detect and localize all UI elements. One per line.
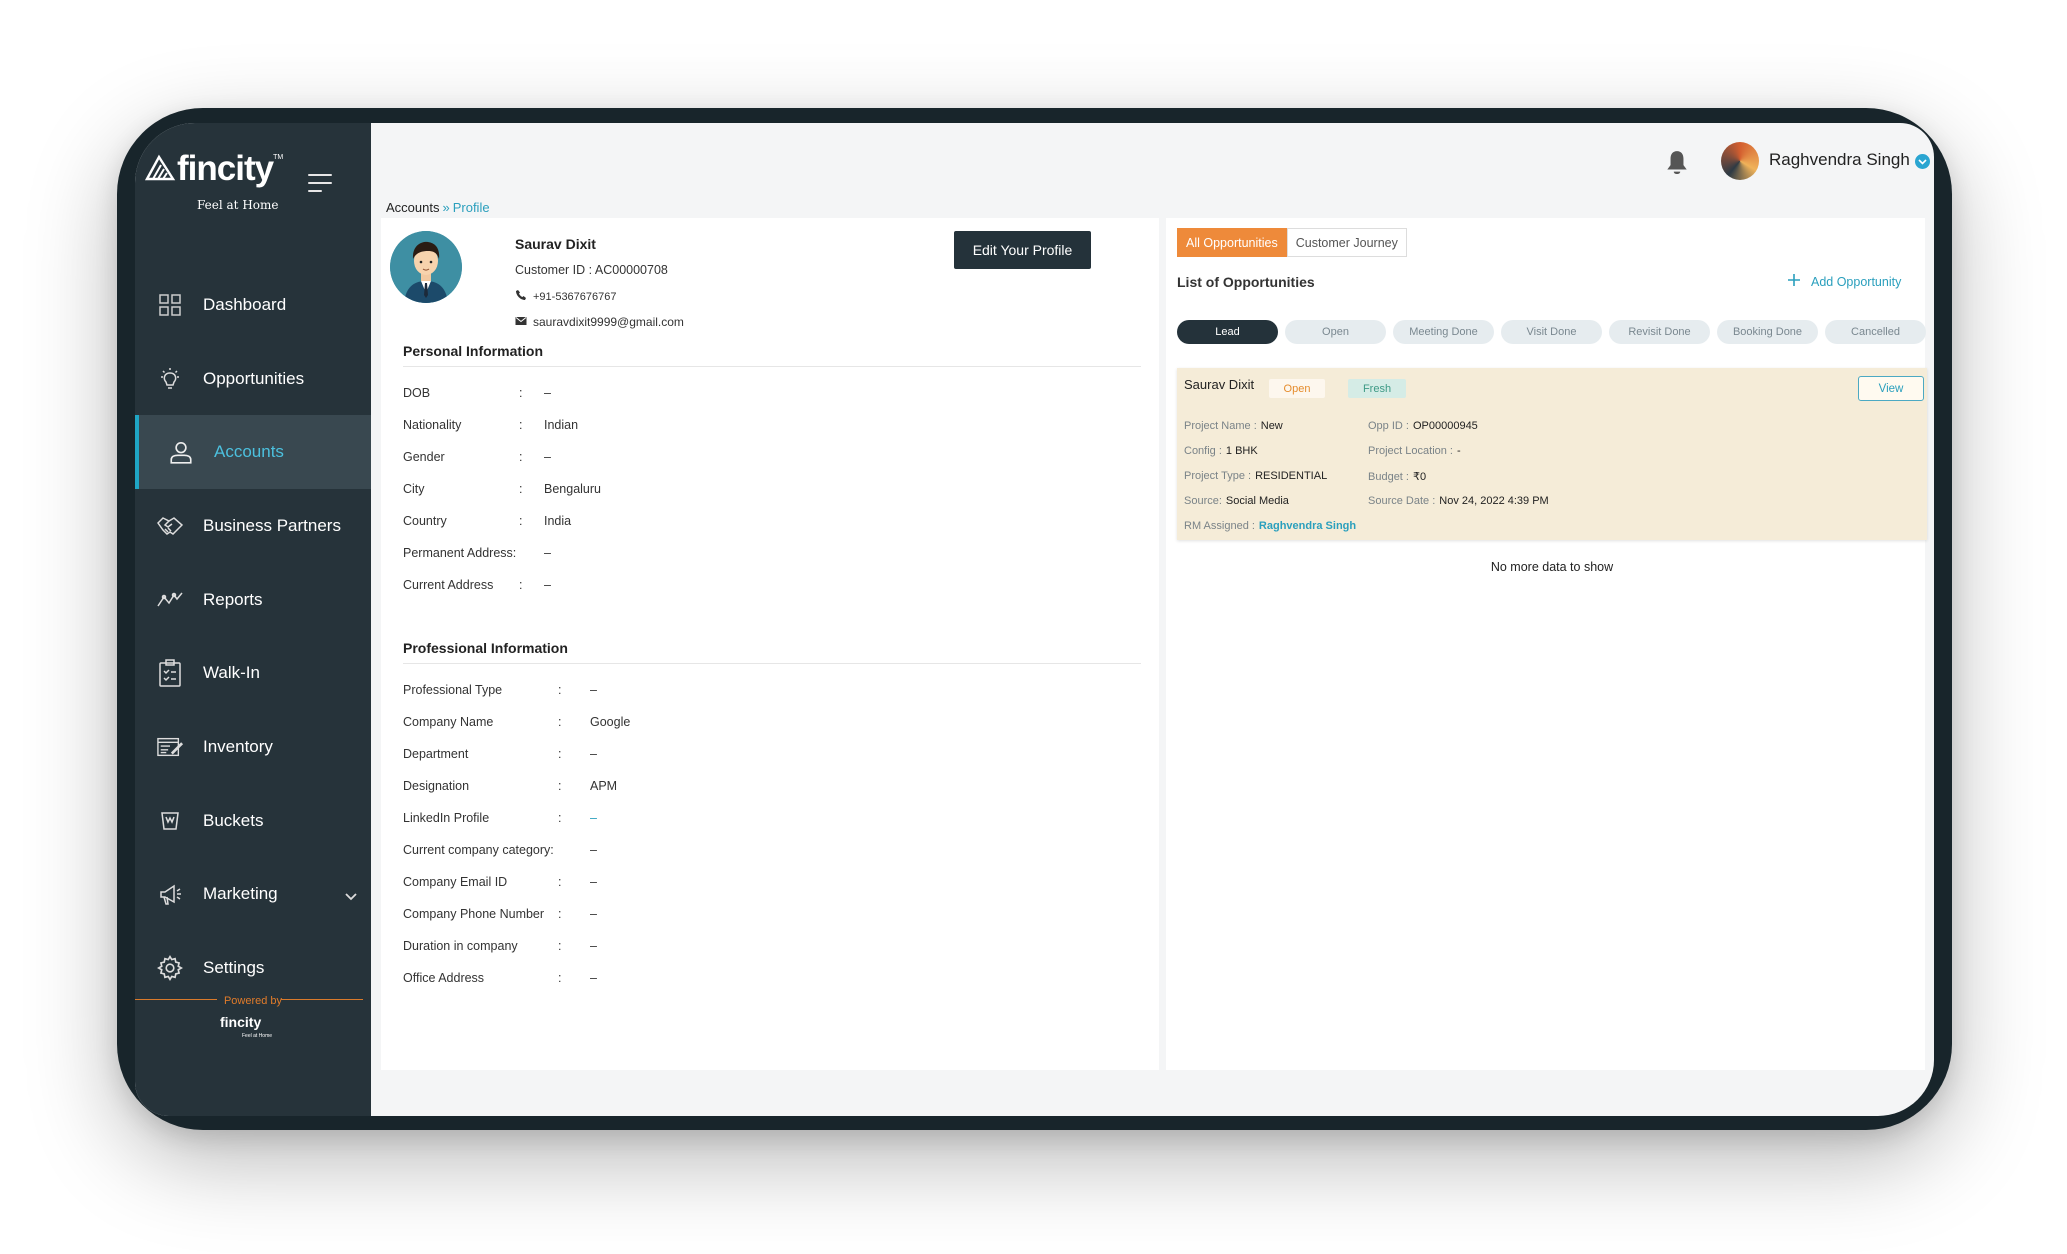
tab-customer-journey[interactable]: Customer Journey bbox=[1286, 228, 1407, 257]
edit-profile-button[interactable]: Edit Your Profile bbox=[954, 231, 1091, 269]
sidebar-item-label: Opportunities bbox=[203, 368, 305, 388]
sidebar-item-label: Dashboard bbox=[203, 294, 287, 314]
app-screen: fincity TM Feel at Home Dashboard Opport… bbox=[135, 123, 1934, 1116]
user-menu-chevron-icon[interactable] bbox=[1915, 154, 1930, 169]
source-date-field: Source Date : Nov 24, 2022 4:39 PM bbox=[1368, 495, 1549, 507]
app-logo[interactable]: fincity TM bbox=[145, 151, 283, 187]
tab-all-opportunities[interactable]: All Opportunities bbox=[1177, 228, 1287, 257]
powered-logo: fincity bbox=[220, 1014, 262, 1030]
lightbulb-icon bbox=[157, 366, 183, 392]
linkedin-link[interactable]: – bbox=[590, 811, 597, 825]
sidebar-item-business-partners[interactable]: Business Partners bbox=[135, 489, 371, 563]
professional-info-title: Professional Information bbox=[403, 640, 568, 656]
profile-avatar bbox=[390, 231, 462, 303]
sidebar-item-label: Marketing bbox=[203, 884, 278, 904]
bell-icon[interactable] bbox=[1664, 149, 1690, 182]
powered-tagline: Feel at Home bbox=[242, 1033, 273, 1039]
logo-trademark: TM bbox=[273, 154, 284, 161]
email-address: sauravdixit9999@gmail.com bbox=[533, 315, 684, 329]
logo-text: fincity bbox=[177, 149, 274, 188]
phone-number: +91-5367676767 bbox=[533, 290, 617, 303]
stage-filter: Lead Open Meeting Done Visit Done Revisi… bbox=[1177, 320, 1926, 344]
opportunities-list-title: List of Opportunities bbox=[1177, 274, 1315, 290]
breadcrumb-accounts[interactable]: Accounts bbox=[386, 200, 439, 215]
sidebar-item-label: Reports bbox=[203, 589, 263, 609]
chevron-down-icon[interactable] bbox=[345, 886, 357, 906]
project-location-field: Project Location :- bbox=[1368, 445, 1461, 457]
sidebar-item-reports[interactable]: Reports bbox=[135, 563, 371, 637]
project-name-field: Project Name : New bbox=[1184, 420, 1283, 432]
dashboard-icon bbox=[157, 292, 183, 318]
status-badge: Open bbox=[1269, 379, 1325, 398]
phone-icon bbox=[515, 289, 527, 304]
inventory-icon bbox=[157, 734, 183, 760]
sidebar-item-label: Settings bbox=[203, 958, 265, 978]
profile-name: Saurav Dixit bbox=[515, 236, 596, 252]
sidebar-item-opportunities[interactable]: Opportunities bbox=[135, 342, 371, 416]
add-opportunity-button[interactable]: Add Opportunity bbox=[1787, 273, 1901, 290]
trend-line-icon bbox=[157, 587, 183, 613]
sidebar-item-label: Business Partners bbox=[203, 515, 341, 535]
plus-icon bbox=[1787, 273, 1801, 290]
mail-icon bbox=[515, 315, 527, 329]
opportunity-name: Saurav Dixit bbox=[1184, 377, 1255, 392]
divider bbox=[403, 663, 1141, 664]
breadcrumb: Accounts» Profile bbox=[386, 200, 490, 215]
stage-lead[interactable]: Lead bbox=[1177, 320, 1278, 344]
opportunity-tabs: All Opportunities Customer Journey bbox=[1177, 228, 1407, 257]
powered-by: Powered by bbox=[135, 991, 371, 1009]
sidebar-item-walk-in[interactable]: Walk-In bbox=[135, 636, 371, 710]
customer-id: Customer ID : AC00000708 bbox=[515, 263, 668, 277]
budget-field: Budget : ₹0 bbox=[1368, 471, 1427, 483]
personal-info-title: Personal Information bbox=[403, 343, 544, 359]
sidebar-nav: Dashboard Opportunities Accounts Busines… bbox=[135, 268, 371, 1005]
breadcrumb-separator: » bbox=[442, 200, 450, 215]
stage-visit-done[interactable]: Visit Done bbox=[1501, 320, 1602, 344]
megaphone-icon bbox=[157, 881, 183, 907]
sidebar-item-buckets[interactable]: Buckets bbox=[135, 784, 371, 858]
profile-card: Saurav Dixit Customer ID : AC00000708 +9… bbox=[381, 218, 1159, 1070]
sidebar-item-label: Inventory bbox=[203, 736, 273, 756]
clipboard-icon bbox=[157, 659, 183, 688]
logo-tagline: Feel at Home bbox=[197, 198, 279, 212]
source-field: Source: Social Media bbox=[1184, 495, 1289, 507]
sidebar-item-label: Accounts bbox=[214, 442, 284, 462]
sidebar: fincity TM Feel at Home Dashboard Opport… bbox=[135, 123, 371, 1116]
opportunities-card: All Opportunities Customer Journey List … bbox=[1166, 218, 1927, 1070]
stage-booking-done[interactable]: Booking Done bbox=[1717, 320, 1818, 344]
rm-assigned-field: RM Assigned : Raghvendra Singh bbox=[1184, 520, 1357, 532]
project-type-field: Project Type : RESIDENTIAL bbox=[1184, 470, 1328, 482]
sidebar-item-accounts[interactable]: Accounts bbox=[135, 415, 371, 490]
config-field: Config :1 BHK bbox=[1184, 445, 1258, 457]
stage-revisit-done[interactable]: Revisit Done bbox=[1609, 320, 1710, 344]
tag-badge: Fresh bbox=[1348, 379, 1406, 398]
sidebar-item-marketing[interactable]: Marketing bbox=[135, 858, 371, 932]
bucket-icon bbox=[157, 808, 183, 834]
empty-state-text: No more data to show bbox=[1490, 560, 1614, 574]
add-opportunity-label: Add Opportunity bbox=[1811, 274, 1902, 289]
sidebar-item-inventory[interactable]: Inventory bbox=[135, 710, 371, 784]
profile-phone: +91-5367676767 bbox=[515, 289, 617, 304]
powered-by-text: Powered by bbox=[223, 995, 283, 1007]
profile-email: sauravdixit9999@gmail.com bbox=[515, 315, 684, 329]
menu-toggle-icon[interactable] bbox=[308, 174, 332, 192]
handshake-icon bbox=[157, 513, 183, 539]
user-name[interactable]: Raghvendra Singh bbox=[1769, 150, 1910, 170]
view-button[interactable]: View bbox=[1858, 376, 1924, 401]
stage-cancelled[interactable]: Cancelled bbox=[1825, 320, 1926, 344]
sidebar-item-dashboard[interactable]: Dashboard bbox=[135, 268, 371, 342]
sidebar-item-label: Buckets bbox=[203, 810, 264, 830]
stage-meeting-done[interactable]: Meeting Done bbox=[1393, 320, 1494, 344]
user-icon bbox=[168, 439, 194, 465]
breadcrumb-profile: Profile bbox=[452, 200, 490, 215]
rm-assigned-link[interactable]: Raghvendra Singh bbox=[1259, 520, 1356, 532]
opp-id-field: Opp ID : OP00000945 bbox=[1368, 420, 1478, 432]
logo-mark-icon bbox=[145, 154, 176, 181]
opportunity-card: Saurav Dixit Open Fresh View Project Nam… bbox=[1177, 368, 1927, 540]
gear-icon bbox=[157, 955, 183, 982]
user-avatar[interactable] bbox=[1721, 142, 1759, 180]
divider bbox=[403, 366, 1141, 367]
stage-open[interactable]: Open bbox=[1285, 320, 1386, 344]
sidebar-item-label: Walk-In bbox=[203, 663, 260, 683]
